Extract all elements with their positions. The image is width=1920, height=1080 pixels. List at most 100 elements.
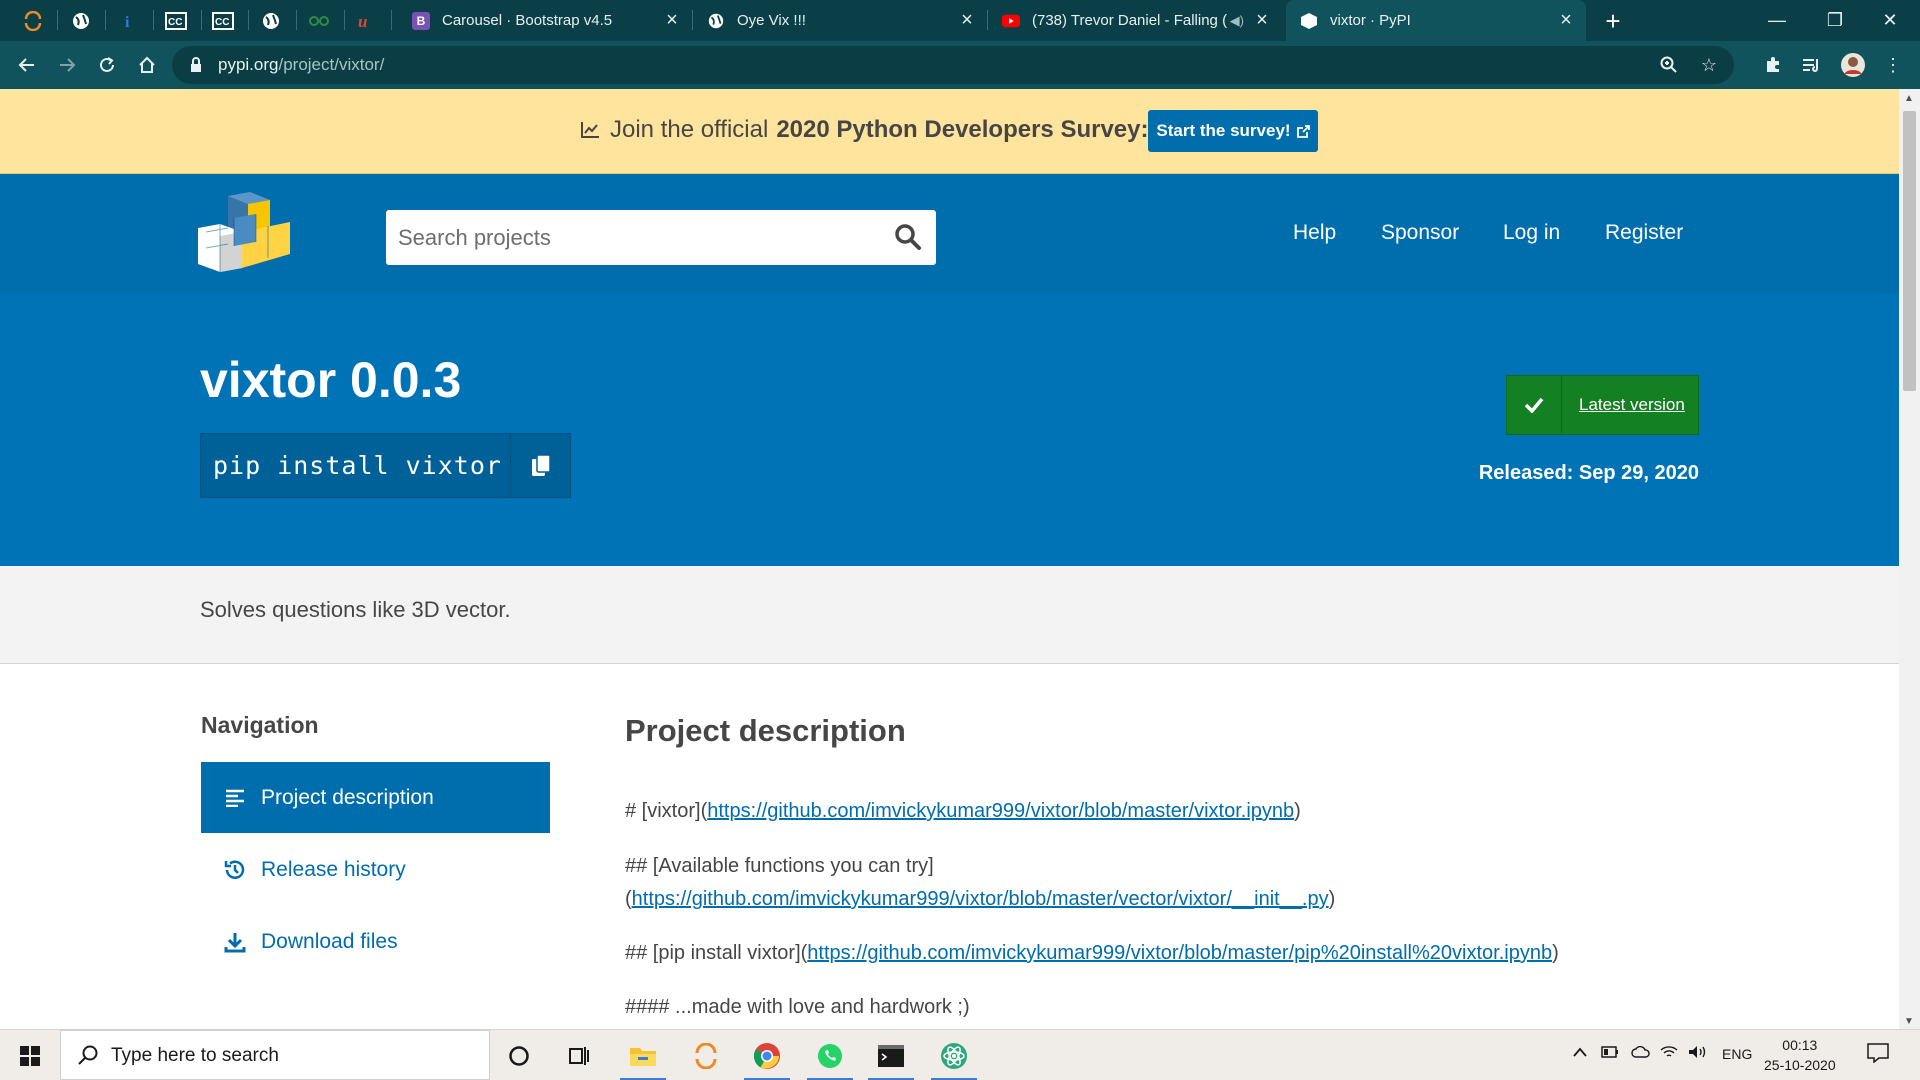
nav-sponsor[interactable]: Sponsor xyxy=(1381,221,1459,245)
sidebar-title: Navigation xyxy=(201,712,319,738)
survey-notice: Join the official 2020 Python Developers… xyxy=(0,89,1899,174)
sidebar-item-project-description[interactable]: Project description xyxy=(201,762,550,833)
svg-text:CC: CC xyxy=(168,17,182,28)
cortana-icon[interactable] xyxy=(496,1038,542,1074)
copy-icon[interactable] xyxy=(510,434,571,497)
wifi-icon[interactable] xyxy=(1660,1045,1678,1062)
pinned-tab-orange-icon[interactable] xyxy=(18,6,48,36)
taskbar-search-input[interactable]: Type here to search xyxy=(60,1030,490,1080)
volume-icon[interactable] xyxy=(1688,1045,1708,1062)
close-tab-icon[interactable]: × xyxy=(662,9,682,32)
pip-command: pip install vixtor xyxy=(213,451,502,480)
pinned-tab-info-icon[interactable]: i xyxy=(113,6,143,36)
browser-menu-icon[interactable]: ⋮ xyxy=(1878,50,1908,80)
close-tab-icon[interactable]: × xyxy=(1556,9,1576,32)
bookmark-star-icon[interactable]: ☆ xyxy=(1698,54,1720,76)
whatsapp-icon[interactable] xyxy=(807,1038,853,1080)
start-button[interactable] xyxy=(10,1040,50,1072)
back-button[interactable] xyxy=(12,50,42,80)
tab-pypi-vixtor[interactable]: vixtor · PyPI × xyxy=(1286,0,1586,41)
vixtor-ipynb-link[interactable]: https://github.com/imvickykumar999/vixto… xyxy=(707,800,1294,822)
scroll-down-arrow-icon[interactable]: ▼ xyxy=(1904,1016,1914,1027)
forward-button[interactable] xyxy=(52,50,82,80)
package-title: vixtor 0.0.3 xyxy=(200,352,462,408)
address-bar[interactable]: pypi.org/project/vixtor/ ☆ xyxy=(172,46,1734,84)
task-view-icon[interactable] xyxy=(556,1038,602,1074)
init-py-link[interactable]: https://github.com/imvickykumar999/vixto… xyxy=(632,888,1329,910)
nav-help[interactable]: Help xyxy=(1293,221,1336,245)
download-icon xyxy=(223,931,247,953)
pinned-tab-udemy-icon[interactable]: u xyxy=(351,6,381,36)
sidebar-item-release-history[interactable]: Release history xyxy=(201,834,550,905)
zoom-icon[interactable] xyxy=(1658,54,1680,76)
scroll-up-arrow-icon[interactable]: ▲ xyxy=(1904,93,1914,104)
pip-command-box: pip install vixtor xyxy=(200,433,571,498)
home-button[interactable] xyxy=(132,50,162,80)
system-clock[interactable]: 00:13 25-10-2020 xyxy=(1764,1035,1836,1075)
minimize-button[interactable]: — xyxy=(1747,0,1807,41)
atom-editor-icon[interactable] xyxy=(931,1038,977,1080)
language-indicator[interactable]: ENG xyxy=(1722,1046,1752,1062)
tab-title: (738) Trevor Daniel - Falling ( xyxy=(1032,12,1228,29)
close-tab-icon[interactable]: × xyxy=(957,9,977,32)
close-window-button[interactable]: ✕ xyxy=(1860,0,1920,41)
close-tab-icon[interactable]: × xyxy=(1252,9,1272,32)
tab-bootstrap-carousel[interactable]: B Carousel · Bootstrap v4.5 × xyxy=(398,0,692,41)
search-icon xyxy=(77,1044,99,1071)
release-date: Released: Sep 29, 2020 xyxy=(1478,462,1699,484)
onedrive-cloud-icon[interactable] xyxy=(1631,1045,1651,1061)
latest-version-badge[interactable]: Latest version xyxy=(1506,375,1699,435)
svg-text:i: i xyxy=(125,14,130,31)
restore-button[interactable]: ❐ xyxy=(1805,0,1865,41)
scrollbar-thumb[interactable] xyxy=(1903,111,1916,391)
search-input[interactable]: Search projects xyxy=(386,210,936,265)
globe-icon xyxy=(707,12,725,30)
notifications-icon[interactable] xyxy=(1867,1043,1889,1066)
reload-button[interactable] xyxy=(92,50,122,80)
mute-icon[interactable]: ◀) xyxy=(1230,13,1244,29)
extensions-puzzle-icon[interactable] xyxy=(1758,50,1788,80)
nav-log-in[interactable]: Log in xyxy=(1503,221,1560,245)
tray-overflow-chevron-icon[interactable] xyxy=(1572,1045,1588,1061)
file-explorer-icon[interactable] xyxy=(620,1038,666,1080)
youtube-icon xyxy=(1002,12,1020,30)
tab-oye-vix[interactable]: Oye Vix !!! × xyxy=(693,0,987,41)
page-scrollbar[interactable]: ▲ ▼ xyxy=(1899,89,1920,1029)
pinned-tab-globe-icon[interactable] xyxy=(66,6,96,36)
package-banner: vixtor 0.0.3 pip install vixtor Latest v… xyxy=(0,293,1899,566)
lock-icon[interactable] xyxy=(190,57,202,78)
tab-title: Carousel · Bootstrap v4.5 xyxy=(442,12,613,29)
pinned-tab-cc-icon[interactable]: CC xyxy=(161,6,191,36)
orange-app-icon[interactable] xyxy=(683,1038,729,1074)
browser-toolbar: pypi.org/project/vixtor/ ☆ ⋮ xyxy=(0,41,1920,89)
svg-text:CC: CC xyxy=(215,17,229,28)
terminal-icon[interactable] xyxy=(868,1038,914,1080)
package-summary: Solves questions like 3D vector. xyxy=(0,566,1899,664)
pinned-tab-globe-icon-2[interactable] xyxy=(256,6,286,36)
summary-text: Solves questions like 3D vector. xyxy=(200,597,511,622)
pinned-tab-gfg-icon[interactable] xyxy=(304,6,334,36)
nav-register[interactable]: Register xyxy=(1605,221,1683,245)
survey-notice-text: Join the official 2020 Python Developers… xyxy=(580,116,1149,144)
pinned-tab-cc-icon-2[interactable]: CC xyxy=(208,6,238,36)
desc-line-1: # [vixtor](https://github.com/imvickykum… xyxy=(625,800,1301,822)
media-queue-icon[interactable] xyxy=(1797,50,1827,80)
profile-avatar[interactable] xyxy=(1838,50,1868,80)
new-tab-button[interactable]: + xyxy=(1598,6,1628,36)
pypi-cube-icon xyxy=(1300,12,1318,30)
chrome-icon[interactable] xyxy=(744,1038,790,1080)
pip-install-ipynb-link[interactable]: https://github.com/imvickykumar999/vixto… xyxy=(807,942,1552,964)
project-description-title: Project description xyxy=(625,713,906,748)
url-text: pypi.org/project/vixtor/ xyxy=(218,55,385,74)
sidebar-item-download-files[interactable]: Download files xyxy=(201,906,550,977)
checkmark-icon xyxy=(1507,376,1562,434)
search-icon[interactable] xyxy=(894,223,922,256)
tab-youtube[interactable]: (738) Trevor Daniel - Falling ( ◀) × xyxy=(988,0,1282,41)
tab-title: Oye Vix !!! xyxy=(737,12,806,29)
desc-line-3: ## [pip install vixtor](https://github.c… xyxy=(625,942,1559,964)
start-survey-button[interactable]: Start the survey! xyxy=(1148,110,1318,152)
latest-version-link[interactable]: Latest version xyxy=(1579,395,1685,415)
pypi-logo[interactable] xyxy=(198,192,292,277)
windows-taskbar: Type here to search ENG 00:13 25-10-2020 xyxy=(0,1029,1920,1080)
battery-icon[interactable] xyxy=(1601,1045,1619,1061)
